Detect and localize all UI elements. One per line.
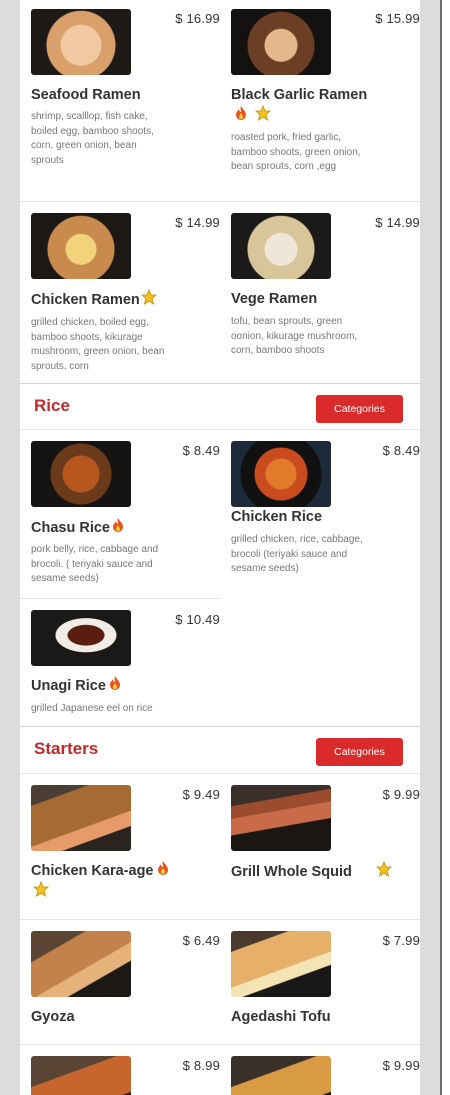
menu-item-seafood-ramen[interactable]: $ 16.99 Seafood Ramen shrimp, scalllop, … [20,0,220,200]
item-name: Chicken Rice [231,509,323,525]
item-name: Seafood Ramen [31,87,141,103]
categories-button[interactable]: Categories [316,738,403,766]
item-description: roasted pork, fried garlic, bamboo shoot… [231,132,361,173]
item-description: tofu, bean sprouts, green oonion, kikura… [231,316,358,357]
vege-ramen-photo [231,213,331,279]
section-title-rice: Rice [34,396,70,415]
item-photo [231,1056,331,1095]
item-price: $ 9.99 [382,1058,420,1073]
item-price: $ 14.99 [175,215,220,230]
item-name: Unagi Rice [31,678,106,694]
menu-item-gyoza[interactable]: $ 6.49 Gyoza [20,920,220,1044]
item-price: $ 6.49 [182,933,220,948]
chicken-kara-age-photo [31,785,131,851]
item-description: grilled chicken, rice, cabbage, brocoli … [231,534,363,575]
item-name: Chicken Ramen [31,292,140,308]
item-price: $ 9.99 [382,787,420,802]
item-price: $ 8.99 [182,1058,220,1073]
menu-item-black-garlic-ramen[interactable]: $ 15.99 Black Garlic Ramen roasted pork,… [220,0,420,200]
black-garlic-ramen-photo [231,9,331,75]
item-price: $ 8.49 [382,443,420,458]
item-name: Black Garlic Ramen [231,87,368,103]
item-description: grilled chicken, boiled egg, bamboo shoo… [31,317,165,372]
gyoza-photo [31,931,131,997]
item-price: $ 9.49 [182,787,220,802]
section-divider [20,726,420,727]
menu-item-chicken-ramen[interactable]: $ 14.99 Chicken Ramen grilled chicken, b… [20,202,220,382]
section-divider [20,383,420,384]
menu-item-partial-left[interactable]: $ 8.99 [20,1045,220,1095]
item-name: Grill Whole Squid [231,864,352,880]
menu-item-agedashi-tofu[interactable]: $ 7.99 Agedashi Tofu [220,920,420,1044]
item-price: $ 10.49 [175,612,220,627]
menu-item-vege-ramen[interactable]: $ 14.99 Vege Ramen tofu, bean sprouts, g… [220,202,420,382]
item-description: grilled Japanese eel on rice [31,703,153,714]
menu-item-chicken-kara-age[interactable]: $ 9.49 Chicken Kara-age [20,774,220,919]
item-name: Chasu Rice [31,520,110,536]
star-icon [376,861,392,877]
star-icon [141,289,157,305]
fire-icon [236,106,246,120]
menu-page: $ 16.99 Seafood Ramen shrimp, scalllop, … [20,0,420,1095]
item-price: $ 15.99 [375,11,420,26]
item-description: shrimp, scalllop, fish cake, boiled egg,… [31,111,154,166]
item-name: Gyoza [31,1009,75,1025]
menu-item-chicken-rice[interactable]: $ 8.49 Chicken Rice grilled chicken, ric… [220,430,420,598]
chasu-rice-photo [31,441,131,507]
section-title-starters: Starters [34,739,99,758]
menu-item-unagi-rice[interactable]: $ 10.49 Unagi Rice grilled Japanese eel … [20,599,220,725]
item-price: $ 7.99 [382,933,420,948]
agedashi-tofu-photo [231,931,331,997]
item-name: Agedashi Tofu [231,1009,331,1025]
menu-item-partial-right[interactable]: $ 9.99 [220,1045,420,1095]
frame-margin [442,0,450,1095]
item-price: $ 16.99 [175,11,220,26]
categories-button[interactable]: Categories [316,395,403,423]
item-name: Vege Ramen [231,291,318,307]
star-icon [255,105,272,121]
item-price: $ 8.49 [182,443,220,458]
item-badges [231,105,272,124]
star-icon [33,881,49,897]
item-photo [31,1056,131,1095]
fire-icon [158,861,168,875]
item-name: Chicken Kara-age [31,863,154,879]
chicken-rice-photo [231,441,331,507]
fire-icon [113,518,123,532]
item-description: pork belly, rice, cabbage and brocoli. (… [31,544,159,585]
fire-icon [110,676,120,690]
menu-item-grill-whole-squid[interactable]: $ 9.99 Grill Whole Squid [220,774,420,919]
menu-item-chasu-rice[interactable]: $ 8.49 Chasu Rice pork belly, rice, cabb… [20,430,220,598]
unagi-rice-photo [31,610,131,666]
grill-whole-squid-photo [231,785,331,851]
item-price: $ 14.99 [375,215,420,230]
seafood-ramen-photo [31,9,131,75]
chicken-ramen-photo [31,213,131,279]
